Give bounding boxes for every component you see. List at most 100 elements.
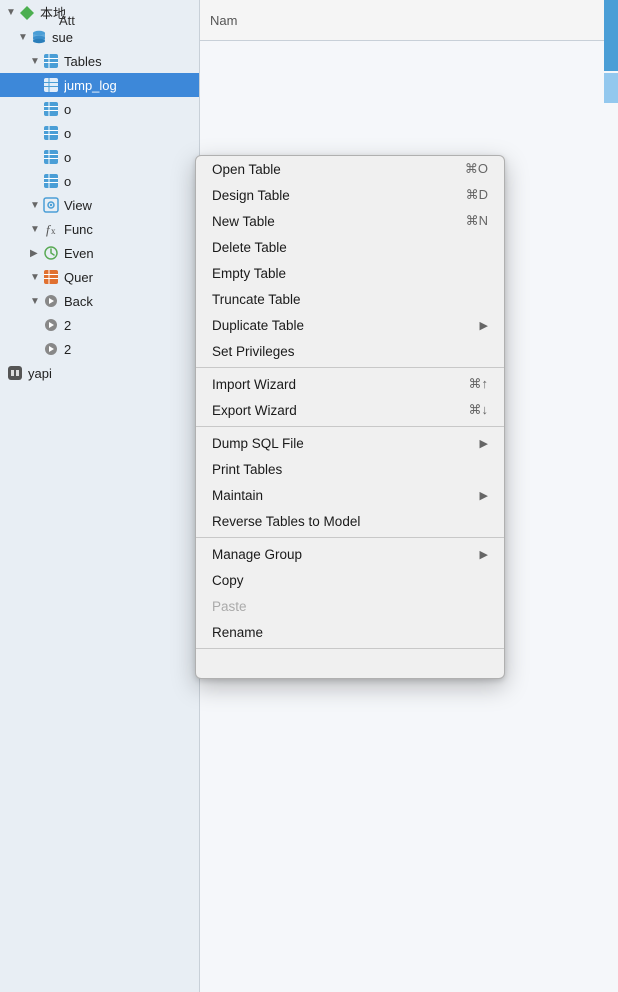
backups-label: Back xyxy=(64,294,191,309)
menu-label: Delete Table xyxy=(212,240,287,255)
submenu-arrow-icon: ▶ xyxy=(480,319,488,332)
leaf-icon xyxy=(18,4,36,22)
menu-label: Open Table xyxy=(212,162,281,177)
top-right-header: Nam xyxy=(200,0,618,41)
svg-text:x: x xyxy=(51,226,56,236)
menu-item-print-tables[interactable]: Print Tables xyxy=(196,456,504,482)
menu-shortcut: ⌘N xyxy=(466,213,488,229)
menu-item-maintain[interactable]: Maintain ▶ xyxy=(196,482,504,508)
submenu-arrow-icon: ▶ xyxy=(480,548,488,561)
menu-label: Empty Table xyxy=(212,266,286,281)
menu-item-new-table[interactable]: New Table ⌘N xyxy=(196,208,504,234)
table-label: o xyxy=(64,126,191,141)
menu-label: Truncate Table xyxy=(212,292,301,307)
arrow-icon: ▼ xyxy=(30,296,42,307)
functions-icon: f x xyxy=(42,220,60,238)
sidebar-item-events[interactable]: ▶ Even xyxy=(0,241,199,265)
menu-label: Maintain xyxy=(212,488,263,503)
menu-label: Import Wizard xyxy=(212,377,296,392)
menu-item-paste[interactable]: Paste xyxy=(196,593,504,619)
menu-separator-4 xyxy=(196,648,504,649)
sidebar-item-backup-2[interactable]: 2 xyxy=(0,337,199,361)
menu-label: Export Wizard xyxy=(212,403,297,418)
sidebar-item-table-o1[interactable]: o xyxy=(0,97,199,121)
views-icon xyxy=(42,196,60,214)
yapi-icon xyxy=(6,364,24,382)
table-icon xyxy=(42,100,60,118)
table-icon xyxy=(42,76,60,94)
menu-label: Manage Group xyxy=(212,547,302,562)
menu-item-rename[interactable]: Rename xyxy=(196,619,504,645)
functions-label: Func xyxy=(64,222,191,237)
menu-shortcut: ⌘D xyxy=(466,187,488,203)
sidebar-item-views[interactable]: ▼ View xyxy=(0,193,199,217)
menu-shortcut: ⌘↑ xyxy=(469,376,489,392)
arrow-icon: ▶ xyxy=(30,248,42,259)
sidebar-item-functions[interactable]: ▼ f x Func xyxy=(0,217,199,241)
sidebar-item-table-o3[interactable]: o xyxy=(0,145,199,169)
att-label: Att xyxy=(59,13,75,28)
events-icon xyxy=(42,244,60,262)
menu-item-set-privileges[interactable]: Set Privileges xyxy=(196,338,504,364)
arrow-icon: ▼ xyxy=(6,7,18,18)
menu-label: Duplicate Table xyxy=(212,318,304,333)
menu-item-export-wizard[interactable]: Export Wizard ⌘↓ xyxy=(196,397,504,423)
sidebar-item-table-o2[interactable]: o xyxy=(0,121,199,145)
queries-label: Quer xyxy=(64,270,191,285)
menu-separator-1 xyxy=(196,367,504,368)
menu-item-duplicate-table[interactable]: Duplicate Table ▶ xyxy=(196,312,504,338)
views-label: View xyxy=(64,198,191,213)
arrow-icon: ▼ xyxy=(18,32,30,43)
sidebar-item-backups[interactable]: ▼ Back xyxy=(0,289,199,313)
queries-icon xyxy=(42,268,60,286)
menu-label: New Table xyxy=(212,214,275,229)
tables-group-label: Tables xyxy=(64,54,191,69)
menu-separator-3 xyxy=(196,537,504,538)
name-column-label: Nam xyxy=(210,13,237,28)
backup-item-icon xyxy=(42,340,60,358)
menu-label: Print Tables xyxy=(212,462,282,477)
table-icon xyxy=(42,148,60,166)
sidebar-item-database[interactable]: ▼ sue xyxy=(0,25,199,49)
menu-item-empty-table[interactable]: Empty Table xyxy=(196,260,504,286)
jump-log-label: jump_log xyxy=(64,78,191,93)
backup-item-label: 2 xyxy=(64,318,191,333)
menu-label: Design Table xyxy=(212,188,290,203)
backups-icon xyxy=(42,292,60,310)
sidebar-item-root[interactable]: ▼ 本地 xyxy=(0,0,199,25)
table-icon xyxy=(42,172,60,190)
sidebar-item-jump-log[interactable]: jump_log xyxy=(0,73,199,97)
table-label: o xyxy=(64,102,191,117)
sidebar-item-tables-group[interactable]: ▼ Tables xyxy=(0,49,199,73)
menu-label: Copy xyxy=(212,573,244,588)
menu-item-refresh[interactable] xyxy=(196,652,504,678)
tables-group-icon xyxy=(42,52,60,70)
arrow-icon: ▼ xyxy=(30,200,42,211)
table-label: o xyxy=(64,150,191,165)
menu-item-import-wizard[interactable]: Import Wizard ⌘↑ xyxy=(196,371,504,397)
yapi-label: yapi xyxy=(28,366,191,381)
menu-item-manage-group[interactable]: Manage Group ▶ xyxy=(196,541,504,567)
arrow-icon: ▼ xyxy=(30,56,42,67)
menu-item-reverse-tables[interactable]: Reverse Tables to Model xyxy=(196,508,504,534)
arrow-icon: ▼ xyxy=(30,224,42,235)
menu-label: Dump SQL File xyxy=(212,436,304,451)
menu-item-copy[interactable]: Copy xyxy=(196,567,504,593)
submenu-arrow-icon: ▶ xyxy=(480,489,488,502)
menu-item-delete-table[interactable]: Delete Table xyxy=(196,234,504,260)
menu-item-design-table[interactable]: Design Table ⌘D xyxy=(196,182,504,208)
submenu-arrow-icon: ▶ xyxy=(480,437,488,450)
sidebar-item-yapi[interactable]: yapi xyxy=(0,361,199,385)
sidebar-item-table-o4[interactable]: o xyxy=(0,169,199,193)
database-icon xyxy=(30,28,48,46)
menu-item-truncate-table[interactable]: Truncate Table xyxy=(196,286,504,312)
menu-shortcut: ⌘O xyxy=(465,161,488,177)
menu-label: Reverse Tables to Model xyxy=(212,514,360,529)
arrow-icon: ▼ xyxy=(30,272,42,283)
att-tab[interactable]: Att xyxy=(59,0,75,41)
sidebar-item-backup-1[interactable]: 2 xyxy=(0,313,199,337)
menu-label: Paste xyxy=(212,599,247,614)
menu-item-open-table[interactable]: Open Table ⌘O xyxy=(196,156,504,182)
sidebar-item-queries[interactable]: ▼ Quer xyxy=(0,265,199,289)
menu-item-dump-sql[interactable]: Dump SQL File ▶ xyxy=(196,430,504,456)
